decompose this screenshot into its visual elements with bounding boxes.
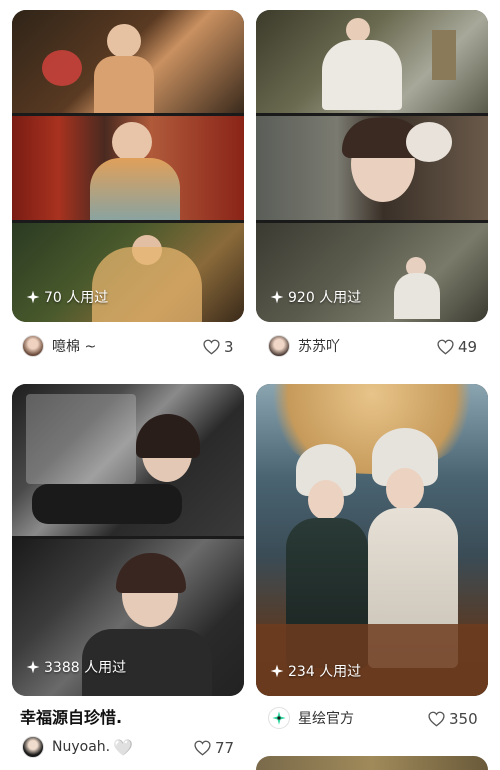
like-button[interactable]: 350 <box>428 710 478 728</box>
sparkle-logo-icon <box>272 711 286 725</box>
like-count: 3 <box>224 338 234 356</box>
template-card-image[interactable]: 70 人用过 <box>12 10 244 322</box>
card-author[interactable]: 噫棉 ~ <box>22 332 96 360</box>
usage-count: 70 人用过 <box>26 287 108 307</box>
sparkle-icon <box>270 290 284 304</box>
heart-outline-icon <box>437 339 454 355</box>
like-button[interactable]: 77 <box>194 739 234 757</box>
preview-tile <box>256 10 488 113</box>
preview-tile <box>256 116 488 220</box>
usage-count: 234 人用过 <box>270 661 361 681</box>
card-author[interactable]: 星绘官方 <box>268 704 354 732</box>
sparkle-icon <box>26 660 40 674</box>
usage-text: 70 人用过 <box>44 290 109 306</box>
preview-tile <box>12 10 244 113</box>
heart-outline-icon <box>203 339 220 355</box>
usage-count: 920 人用过 <box>270 287 361 307</box>
avatar <box>22 736 44 758</box>
avatar <box>22 335 44 357</box>
like-count: 350 <box>449 710 478 728</box>
usage-text: 920 人用过 <box>288 290 362 306</box>
template-card-image[interactable]: 920 人用过 <box>256 10 488 322</box>
template-card-image[interactable]: 3388 人用过 <box>12 384 244 696</box>
brand-avatar <box>268 707 290 729</box>
white-heart-emoji: 🤍 <box>113 737 134 757</box>
avatar <box>268 335 290 357</box>
card-author[interactable]: 苏苏吖 <box>268 332 340 360</box>
like-count: 77 <box>215 739 235 757</box>
username: Nuyoah. <box>52 739 111 755</box>
like-button[interactable]: 3 <box>203 338 234 356</box>
username: 星绘官方 <box>298 711 354 727</box>
preview-tile <box>12 384 244 536</box>
username: 苏苏吖 <box>298 339 340 355</box>
template-card-image[interactable] <box>256 756 488 770</box>
card-author[interactable]: Nuyoah. 🤍 <box>22 733 133 761</box>
template-card-image[interactable]: 234 人用过 <box>256 384 488 696</box>
heart-outline-icon <box>194 740 211 756</box>
sparkle-icon <box>270 664 284 678</box>
card-title[interactable]: 幸福源自珍惜. <box>20 704 122 728</box>
username: 噫棉 ~ <box>52 339 97 355</box>
usage-text: 234 人用过 <box>288 664 362 680</box>
preview-tile <box>12 223 244 322</box>
preview-tile <box>256 223 488 322</box>
usage-text: 3388 人用过 <box>44 660 127 676</box>
sparkle-icon <box>26 290 40 304</box>
preview-tile <box>256 384 488 696</box>
heart-outline-icon <box>428 711 445 727</box>
preview-tile <box>12 116 244 220</box>
usage-count: 3388 人用过 <box>26 657 126 677</box>
like-count: 49 <box>458 338 478 356</box>
like-button[interactable]: 49 <box>437 338 477 356</box>
